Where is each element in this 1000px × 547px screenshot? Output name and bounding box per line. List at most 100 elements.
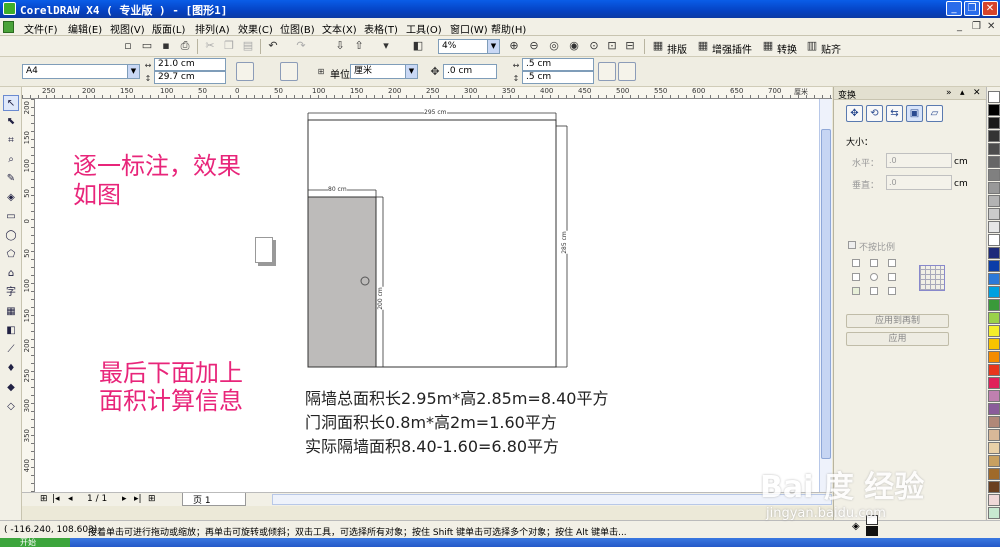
convert-button[interactable]: 转换 [777, 41, 797, 56]
docker-menu-icon[interactable]: ▴ [960, 88, 965, 98]
palette-swatch[interactable] [988, 208, 1000, 220]
fill-tool-icon[interactable]: ◆ [3, 380, 19, 396]
ellipse-tool-icon[interactable]: ◯ [3, 228, 19, 244]
horizontal-ruler[interactable]: 250 200 150 100 50 0 50 100 150 200 250 … [22, 87, 832, 99]
palette-swatch[interactable] [988, 416, 1000, 428]
zoom-page-icon[interactable]: ⊙ [586, 38, 602, 54]
door-opening[interactable] [307, 196, 377, 368]
palette-swatch[interactable] [988, 481, 1000, 493]
app-launcher-icon[interactable]: ▾ [378, 38, 394, 54]
calc-actual-area[interactable]: 实际隔墙面积8.40-1.60=6.80平方 [305, 433, 559, 457]
outline-tool-icon[interactable]: ♦ [3, 361, 19, 377]
horizontal-scrollbar[interactable] [272, 494, 832, 505]
palette-swatch[interactable] [988, 221, 1000, 233]
restore-button[interactable]: ❐ [964, 1, 980, 16]
position-mode-icon[interactable]: ✥ [846, 105, 863, 122]
palette-swatch[interactable] [988, 403, 1000, 415]
fill-swatch[interactable] [866, 515, 878, 525]
menu-arrange[interactable]: 排列(A) [195, 21, 230, 36]
close-button[interactable]: ✕ [982, 1, 998, 16]
all-pages-button[interactable] [280, 62, 298, 81]
new-icon[interactable]: ▫ [120, 38, 136, 54]
docker-expand-icon[interactable]: » [946, 88, 952, 98]
anchor-middle-left[interactable] [852, 273, 860, 281]
palette-swatch[interactable] [988, 156, 1000, 168]
palette-swatch[interactable] [988, 286, 1000, 298]
menu-edit[interactable]: 编辑(E) [68, 21, 102, 36]
import-icon[interactable]: ⇩ [332, 38, 348, 54]
zoom-width-icon[interactable]: ⊡ [604, 38, 620, 54]
zoom-tool-icon[interactable]: ⌕ [3, 152, 19, 168]
palette-swatch[interactable] [988, 182, 1000, 194]
freehand-tool-icon[interactable]: ✎ [3, 171, 19, 187]
palette-swatch[interactable] [988, 143, 1000, 155]
anchor-bottom-right[interactable] [888, 287, 896, 295]
drawing-canvas[interactable]: 逐一标注，效果 如图 295 cm 285 cm 80 cm 200 cm 最后… [35, 99, 819, 492]
paste-icon[interactable]: ▤ [240, 38, 256, 54]
menu-text[interactable]: 文本(X) [322, 21, 357, 36]
treat-as-filled-button[interactable] [598, 62, 616, 81]
fill-indicator-icon[interactable]: ◈ [852, 521, 860, 532]
palette-swatch[interactable] [988, 273, 1000, 285]
start-button[interactable]: 开始 [0, 538, 70, 547]
palette-swatch[interactable] [988, 494, 1000, 506]
zoom-in-icon[interactable]: ⊕ [506, 38, 522, 54]
calc-door-area[interactable]: 门洞面积长0.8m*高2m=1.60平方 [305, 409, 557, 433]
palette-swatch[interactable] [988, 351, 1000, 363]
menu-tools[interactable]: 工具(O) [406, 21, 442, 36]
pick-tool-icon[interactable]: ↖ [3, 95, 19, 111]
rotate-mode-icon[interactable]: ⟲ [866, 105, 883, 122]
palette-swatch[interactable] [988, 234, 1000, 246]
palette-swatch[interactable] [988, 169, 1000, 181]
menu-view[interactable]: 视图(V) [110, 21, 145, 36]
shape-tool-icon[interactable]: ⬉ [3, 114, 19, 130]
palette-swatch[interactable] [988, 377, 1000, 389]
palette-swatch[interactable] [988, 91, 1000, 103]
last-page-icon[interactable]: ▸| [134, 494, 142, 504]
docker-close-icon[interactable]: ✕ [973, 88, 981, 98]
palette-swatch[interactable] [988, 117, 1000, 129]
first-page-icon[interactable]: |◂ [52, 494, 60, 504]
vertical-size-input[interactable]: .0 [886, 175, 952, 190]
snap-button[interactable]: 贴齐 [821, 41, 841, 56]
palette-swatch[interactable] [988, 130, 1000, 142]
basic-shapes-tool-icon[interactable]: ⌂ [3, 266, 19, 282]
portrait-button[interactable] [236, 62, 254, 81]
vertical-ruler[interactable]: 200 150 100 50 0 50 100 150 200 250 300 … [22, 99, 35, 492]
add-page-icon[interactable]: ⊞ [40, 494, 48, 504]
palette-swatch[interactable] [988, 247, 1000, 259]
nudge-field[interactable]: .0 cm [443, 64, 497, 79]
menu-bitmaps[interactable]: 位图(B) [280, 21, 315, 36]
smart-fill-tool-icon[interactable]: ◈ [3, 190, 19, 206]
palette-swatch[interactable] [988, 429, 1000, 441]
menu-table[interactable]: 表格(T) [364, 21, 398, 36]
page-width-field[interactable]: 21.0 cm [154, 58, 226, 71]
mdi-minimize-button[interactable]: _ [957, 21, 962, 32]
palette-swatch[interactable] [988, 442, 1000, 454]
zoom-height-icon[interactable]: ⊟ [622, 38, 638, 54]
copy-icon[interactable]: ❐ [221, 38, 237, 54]
menu-layout[interactable]: 版面(L) [152, 21, 185, 36]
palette-swatch[interactable] [988, 260, 1000, 272]
prev-page-icon[interactable]: ◂ [68, 494, 73, 504]
plugin-button[interactable]: 增强插件 [712, 41, 752, 56]
zoom-out-icon[interactable]: ⊖ [526, 38, 542, 54]
duplicate-y-field[interactable]: .5 cm [522, 71, 594, 84]
horizontal-size-input[interactable]: .0 [886, 153, 952, 168]
menu-file[interactable]: 文件(F) [24, 21, 58, 36]
proportional-checkbox[interactable] [848, 241, 856, 249]
anchor-top-center[interactable] [870, 259, 878, 267]
page-height-field[interactable]: 29.7 cm [154, 71, 226, 84]
table-tool-icon[interactable]: ▦ [3, 304, 19, 320]
cut-icon[interactable]: ✂ [202, 38, 218, 54]
mdi-restore-button[interactable]: ❐ [972, 21, 981, 32]
palette-swatch[interactable] [988, 325, 1000, 337]
undo-icon[interactable]: ↶ [265, 38, 281, 54]
draw-objects-button[interactable] [618, 62, 636, 81]
apply-to-duplicate-button[interactable]: 应用到再制 [846, 314, 949, 328]
open-icon[interactable]: ▭ [139, 38, 155, 54]
palette-swatch[interactable] [988, 195, 1000, 207]
zoom-all-icon[interactable]: ◉ [566, 38, 582, 54]
layout-button[interactable]: 排版 [667, 41, 687, 56]
palette-swatch[interactable] [988, 390, 1000, 402]
